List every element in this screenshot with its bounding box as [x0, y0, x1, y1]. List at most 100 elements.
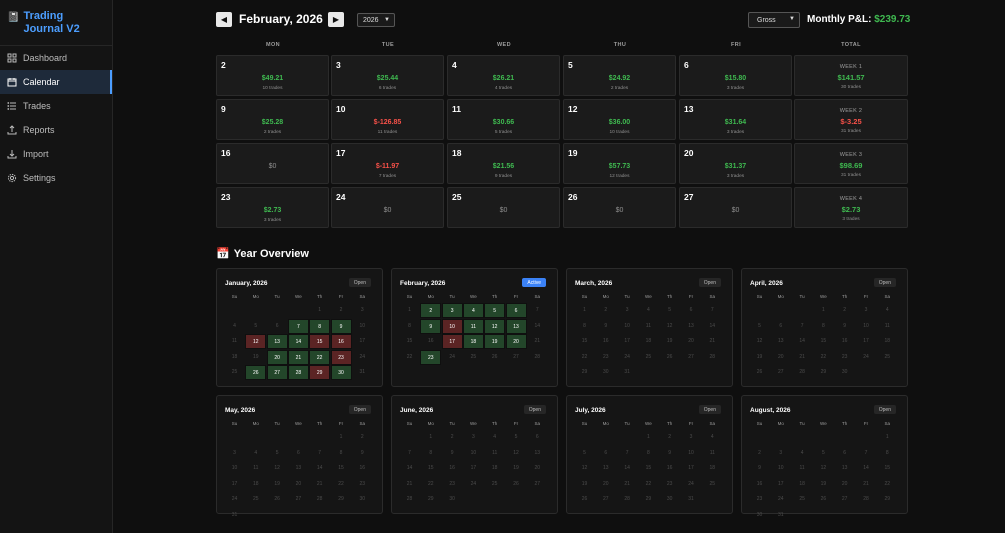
- mini-day[interactable]: 27: [834, 492, 855, 507]
- mini-day[interactable]: 9: [352, 446, 373, 461]
- mini-day[interactable]: 16: [659, 461, 680, 476]
- mini-day[interactable]: 12: [659, 319, 680, 334]
- mini-day[interactable]: 20: [527, 461, 548, 476]
- mini-day[interactable]: 9: [749, 461, 770, 476]
- mini-day[interactable]: 25: [792, 492, 813, 507]
- mini-day[interactable]: 29: [331, 492, 352, 507]
- mini-day[interactable]: 5: [267, 446, 288, 461]
- mini-day[interactable]: 2: [834, 303, 855, 318]
- prev-month-button[interactable]: ◀: [216, 12, 232, 27]
- mini-day[interactable]: 18: [245, 477, 266, 492]
- mini-day[interactable]: 23: [749, 492, 770, 507]
- mini-day[interactable]: 1: [309, 303, 330, 318]
- mini-day[interactable]: 6: [770, 319, 791, 334]
- mini-day[interactable]: 5: [813, 446, 834, 461]
- mini-day[interactable]: 14: [792, 334, 813, 349]
- mini-day[interactable]: 3: [441, 303, 463, 318]
- mini-day[interactable]: 31: [681, 492, 702, 507]
- mini-day[interactable]: 19: [574, 477, 595, 492]
- mini-day[interactable]: 10: [224, 461, 245, 476]
- week-total-cell[interactable]: WEEK 1 $141.57 30 trades: [794, 55, 908, 96]
- mini-day[interactable]: 8: [813, 319, 834, 334]
- mini-day[interactable]: 25: [638, 350, 659, 365]
- sidebar-item-import[interactable]: Import: [0, 142, 112, 166]
- day-cell[interactable]: 10 $-126.85 11 trades: [331, 99, 444, 140]
- sidebar-item-reports[interactable]: Reports: [0, 118, 112, 142]
- mini-day[interactable]: 9: [595, 319, 616, 334]
- mini-day[interactable]: 11: [484, 446, 505, 461]
- mini-day[interactable]: 23: [659, 477, 680, 492]
- mini-day[interactable]: 14: [309, 461, 330, 476]
- mini-day[interactable]: 10: [463, 446, 484, 461]
- mini-day[interactable]: 6: [505, 303, 527, 318]
- mini-day[interactable]: 25: [702, 477, 723, 492]
- mini-day[interactable]: 10: [352, 319, 373, 334]
- mini-day[interactable]: 19: [506, 461, 527, 476]
- day-cell[interactable]: 26 $0: [563, 187, 676, 228]
- mini-day[interactable]: 4: [877, 303, 898, 318]
- mini-day[interactable]: 1: [638, 430, 659, 445]
- mini-day[interactable]: 19: [749, 350, 770, 365]
- mini-day[interactable]: 11: [877, 319, 898, 334]
- mini-day[interactable]: 21: [527, 334, 548, 349]
- mini-day[interactable]: 30: [834, 365, 855, 380]
- mini-day[interactable]: 20: [595, 477, 616, 492]
- mini-day[interactable]: 7: [287, 318, 309, 334]
- mini-day[interactable]: 9: [330, 318, 352, 334]
- mini-day[interactable]: 31: [352, 365, 373, 380]
- mini-day[interactable]: 1: [813, 303, 834, 318]
- mini-day[interactable]: 26: [813, 492, 834, 507]
- week-total-cell[interactable]: WEEK 3 $98.69 31 trades: [794, 143, 908, 184]
- day-cell[interactable]: 6 $15.80 3 trades: [679, 55, 792, 96]
- mini-day[interactable]: 14: [856, 461, 877, 476]
- mini-day[interactable]: 7: [617, 446, 638, 461]
- mini-day[interactable]: 16: [834, 334, 855, 349]
- mini-day[interactable]: 25: [484, 477, 505, 492]
- mini-day[interactable]: 11: [638, 319, 659, 334]
- mini-day[interactable]: 4: [462, 303, 484, 318]
- mini-day[interactable]: 17: [770, 477, 791, 492]
- mini-day[interactable]: 13: [681, 319, 702, 334]
- mini-day[interactable]: 12: [245, 334, 267, 349]
- open-month-button[interactable]: Open: [873, 278, 896, 287]
- mini-day[interactable]: 13: [505, 318, 527, 334]
- mini-day[interactable]: 15: [309, 334, 331, 349]
- mini-day[interactable]: 7: [399, 446, 420, 461]
- mini-day[interactable]: 7: [702, 303, 723, 318]
- mini-day[interactable]: 23: [595, 350, 616, 365]
- mini-day[interactable]: 10: [681, 446, 702, 461]
- mini-day[interactable]: 26: [484, 350, 505, 365]
- mini-day[interactable]: 16: [749, 477, 770, 492]
- mini-day[interactable]: 6: [681, 303, 702, 318]
- mini-day[interactable]: 25: [463, 350, 484, 365]
- mini-day[interactable]: 2: [331, 303, 352, 318]
- mini-day[interactable]: 27: [266, 365, 288, 380]
- mini-day[interactable]: 29: [420, 492, 441, 507]
- mini-day[interactable]: 30: [352, 492, 373, 507]
- mini-day[interactable]: 2: [352, 430, 373, 445]
- day-cell[interactable]: 19 $57.73 12 trades: [563, 143, 676, 184]
- mini-day[interactable]: 13: [266, 334, 288, 349]
- mini-day[interactable]: 14: [287, 334, 309, 349]
- mini-day[interactable]: 26: [245, 365, 267, 380]
- day-cell[interactable]: 11 $30.66 5 trades: [447, 99, 560, 140]
- mini-day[interactable]: 22: [420, 477, 441, 492]
- mini-day[interactable]: 12: [813, 461, 834, 476]
- mini-day[interactable]: 30: [595, 365, 616, 380]
- mini-day[interactable]: 11: [702, 446, 723, 461]
- mini-day[interactable]: 2: [659, 430, 680, 445]
- mini-day[interactable]: 11: [792, 461, 813, 476]
- mini-day[interactable]: 8: [420, 446, 441, 461]
- mini-day[interactable]: 6: [595, 446, 616, 461]
- day-cell[interactable]: 9 $25.28 2 trades: [216, 99, 329, 140]
- mini-day[interactable]: 11: [462, 318, 484, 334]
- year-select[interactable]: 2026 ▼: [357, 13, 395, 27]
- day-cell[interactable]: 17 $-11.97 7 trades: [331, 143, 444, 184]
- mini-day[interactable]: 27: [770, 365, 791, 380]
- mini-day[interactable]: 20: [266, 349, 288, 365]
- mini-day[interactable]: 15: [399, 334, 420, 349]
- mini-day[interactable]: 21: [617, 477, 638, 492]
- day-cell[interactable]: 13 $31.64 3 trades: [679, 99, 792, 140]
- mini-day[interactable]: 28: [856, 492, 877, 507]
- mini-day[interactable]: 23: [352, 477, 373, 492]
